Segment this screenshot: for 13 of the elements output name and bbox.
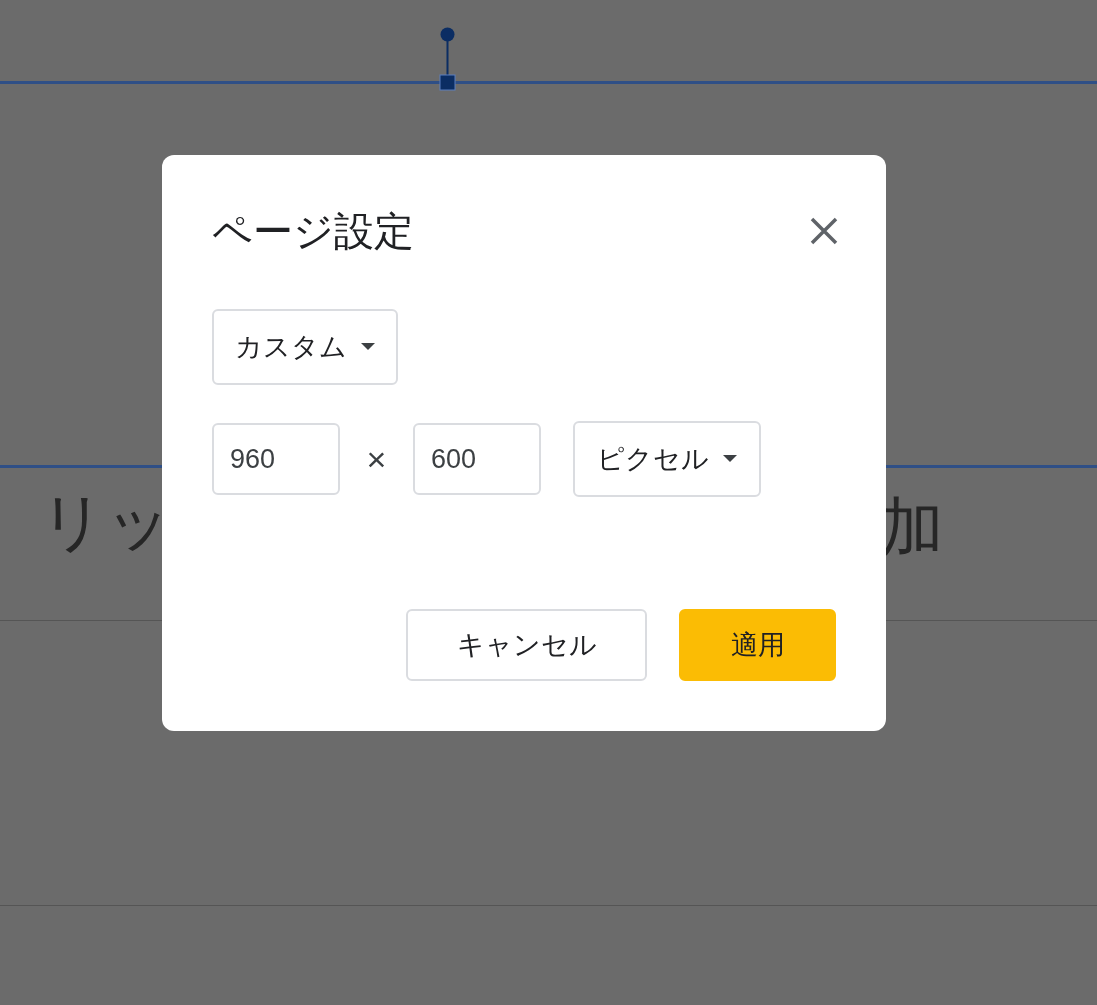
times-sign: × xyxy=(365,438,388,480)
height-field[interactable]: 600 xyxy=(413,423,541,495)
slide-title-text: リッ xyxy=(40,490,172,554)
caret-icon xyxy=(361,343,375,351)
apply-button[interactable]: 適用 xyxy=(679,609,836,681)
unit-dropdown[interactable]: ピクセル xyxy=(573,421,761,497)
rotation-handle-icon[interactable] xyxy=(439,27,456,91)
caret-icon xyxy=(723,455,737,463)
dialog-title: ページ設定 xyxy=(212,208,414,255)
width-field[interactable]: 960 xyxy=(212,423,340,495)
preset-dropdown[interactable]: カスタム xyxy=(212,309,398,385)
cancel-button[interactable]: キャンセル xyxy=(406,609,647,681)
slide-title-text: 加 xyxy=(880,495,944,559)
